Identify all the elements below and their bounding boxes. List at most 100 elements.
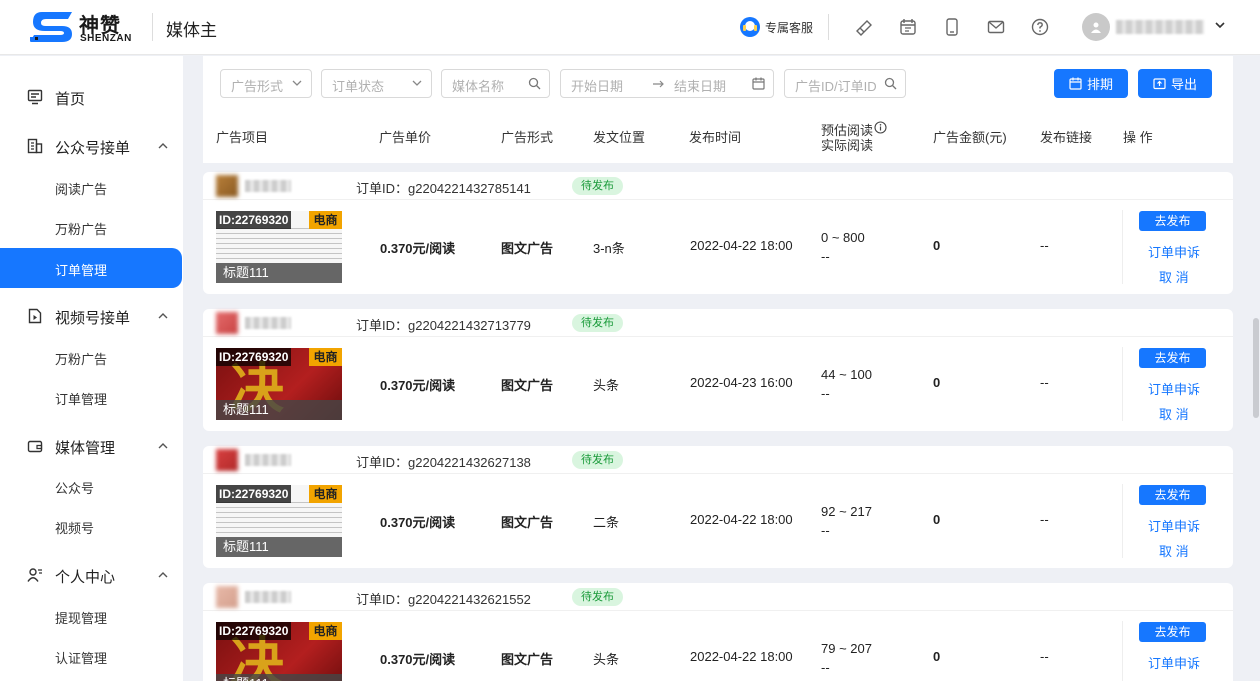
sidebar-item-label: 视频号 xyxy=(55,521,95,536)
ops-divider xyxy=(1122,484,1123,558)
order-card-header: 订单ID：g2204221432627138 待发布 xyxy=(203,446,1233,474)
media-name-blurred xyxy=(245,591,291,603)
ad-thumbnail[interactable]: 决 ID:22769320 电商 标题111 xyxy=(216,348,342,420)
sidebar-item-home[interactable]: 首页 xyxy=(0,77,183,117)
cancel-link[interactable]: 取 消 xyxy=(1159,267,1189,286)
chevron-up-icon xyxy=(158,443,168,449)
info-icon[interactable] xyxy=(874,121,887,134)
thumbnail-tag: 电商 xyxy=(309,211,342,229)
read-counts: 0 ~ 800 -- xyxy=(821,228,865,266)
customer-service-button[interactable]: 专属客服 xyxy=(739,16,813,38)
order-card-body: ID:22769320 电商 标题111 0.370元/阅读 图文广告 3-n条… xyxy=(203,200,1233,294)
media-name-input[interactable]: 媒体名称 xyxy=(441,69,550,98)
ad-thumbnail[interactable]: ID:22769320 电商 标题111 xyxy=(216,211,342,283)
headset-icon xyxy=(740,17,760,37)
calendar-icon[interactable] xyxy=(897,16,919,38)
order-card: 订单ID：g2204221432713779 待发布 决 ID:22769320… xyxy=(203,309,1233,431)
sidebar-item-label: 首页 xyxy=(55,91,86,108)
help-icon[interactable] xyxy=(1029,16,1051,38)
appeal-link[interactable]: 订单申诉 xyxy=(1148,653,1200,672)
publish-button[interactable]: 去发布 xyxy=(1139,485,1206,505)
media-avatar-blurred xyxy=(216,175,238,197)
ad-price: 0.370元/阅读 xyxy=(380,378,456,393)
column-header-actual-read: 实际阅读 xyxy=(821,138,874,153)
post-position: 头条 xyxy=(593,378,620,393)
schedule-button[interactable]: 排期 xyxy=(1054,69,1128,98)
order-card-body: 决 ID:22769320 电商 标题111 0.370元/阅读 图文广告 头条… xyxy=(203,611,1233,681)
order-id: 订单ID：g2204221432621552 xyxy=(356,592,531,607)
date-range-picker[interactable]: 开始日期 结束日期 xyxy=(560,69,774,98)
estimated-read: 92 ~ 217 xyxy=(821,504,872,519)
thumbnail-text-lines xyxy=(216,228,342,260)
id-search-input[interactable]: 广告ID/订单ID xyxy=(784,69,906,98)
end-date-placeholder: 结束日期 xyxy=(674,79,727,94)
sidebar-item-verification[interactable]: 认证管理 xyxy=(0,636,183,676)
broadcast-icon[interactable] xyxy=(853,16,875,38)
status-badge: 待发布 xyxy=(572,177,623,195)
ad-form: 图文广告 xyxy=(501,515,554,530)
tablet-icon[interactable] xyxy=(941,16,963,38)
ad-amount: 0 xyxy=(933,649,941,664)
appeal-link[interactable]: 订单申诉 xyxy=(1148,242,1200,261)
sidebar-group-personal-center[interactable]: 个人中心 xyxy=(0,555,183,595)
cancel-link[interactable]: 取 消 xyxy=(1159,541,1189,560)
sidebar-item-read-ads[interactable]: 阅读广告 xyxy=(0,167,183,207)
shenzan-logo[interactable]: 神赞 SHENZAN xyxy=(28,8,140,46)
appeal-link[interactable]: 订单申诉 xyxy=(1148,379,1200,398)
publish-time: 2022-04-23 16:00 xyxy=(690,375,793,390)
publish-link: -- xyxy=(1040,375,1049,390)
order-status-select[interactable]: 订单状态 xyxy=(321,69,432,98)
calendar-icon xyxy=(1069,77,1082,90)
ad-price: 0.370元/阅读 xyxy=(380,241,456,256)
chevron-up-icon xyxy=(158,313,168,319)
header-divider xyxy=(152,13,153,41)
thumbnail-text-lines xyxy=(216,502,342,534)
media-name-blurred xyxy=(245,454,291,466)
publish-link: -- xyxy=(1040,649,1049,664)
order-id: 订单ID：g2204221432785141 xyxy=(356,181,531,196)
user-icon xyxy=(1091,22,1101,33)
arrow-right-icon xyxy=(653,80,664,88)
status-badge: 待发布 xyxy=(572,314,623,332)
actual-read: -- xyxy=(821,249,830,264)
sidebar-group-label: 个人中心 xyxy=(55,569,116,586)
scrollbar[interactable] xyxy=(1253,318,1259,418)
ad-form-select[interactable]: 广告形式 xyxy=(220,69,312,98)
estimated-read: 79 ~ 207 xyxy=(821,641,872,656)
appeal-link[interactable]: 订单申诉 xyxy=(1148,516,1200,535)
mail-icon[interactable] xyxy=(985,16,1007,38)
ad-thumbnail[interactable]: ID:22769320 电商 标题111 xyxy=(216,485,342,557)
sidebar-group-video-account[interactable]: 视频号接单 xyxy=(0,296,183,336)
chevron-down-icon[interactable] xyxy=(1213,18,1227,32)
read-counts: 44 ~ 100 -- xyxy=(821,365,872,403)
sidebar-group-media-management[interactable]: 媒体管理 xyxy=(0,426,183,466)
export-button[interactable]: 导出 xyxy=(1138,69,1212,98)
username-blurred[interactable] xyxy=(1116,20,1204,34)
publish-button[interactable]: 去发布 xyxy=(1139,211,1206,231)
order-id: 订单ID：g2204221432627138 xyxy=(356,455,531,470)
sidebar-item-order-management[interactable]: 订单管理 xyxy=(0,248,182,288)
ad-thumbnail[interactable]: 决 ID:22769320 电商 标题111 xyxy=(216,622,342,681)
input-placeholder: 媒体名称 xyxy=(452,79,505,94)
publish-button[interactable]: 去发布 xyxy=(1139,622,1206,642)
column-header-time: 发布时间 xyxy=(689,130,742,145)
cancel-link[interactable]: 取 消 xyxy=(1159,404,1189,423)
sidebar-item-official-accounts[interactable]: 公众号 xyxy=(0,466,183,506)
sidebar-item-withdrawal[interactable]: 提现管理 xyxy=(0,596,183,636)
sidebar-item-video-accounts[interactable]: 视频号 xyxy=(0,506,183,546)
search-icon xyxy=(884,77,897,90)
order-card: 订单ID：g2204221432621552 待发布 决 ID:22769320… xyxy=(203,583,1233,681)
sidebar-item-video-fans-ads[interactable]: 万粉广告 xyxy=(0,337,183,377)
sidebar-group-label: 公众号接单 xyxy=(55,140,131,157)
sidebar-item-video-order-management[interactable]: 订单管理 xyxy=(0,377,183,417)
chevron-up-icon xyxy=(158,143,168,149)
chevron-down-icon xyxy=(412,80,422,86)
order-card-body: 决 ID:22769320 电商 标题111 0.370元/阅读 图文广告 头条… xyxy=(203,337,1233,431)
publish-button[interactable]: 去发布 xyxy=(1139,348,1206,368)
sidebar-group-official-account[interactable]: 公众号接单 xyxy=(0,126,183,166)
avatar[interactable] xyxy=(1082,13,1110,41)
media-avatar-blurred xyxy=(216,586,238,608)
sidebar-item-fans-ads[interactable]: 万粉广告 xyxy=(0,207,183,247)
ad-form: 图文广告 xyxy=(501,378,554,393)
customer-service-label: 专属客服 xyxy=(765,20,814,35)
